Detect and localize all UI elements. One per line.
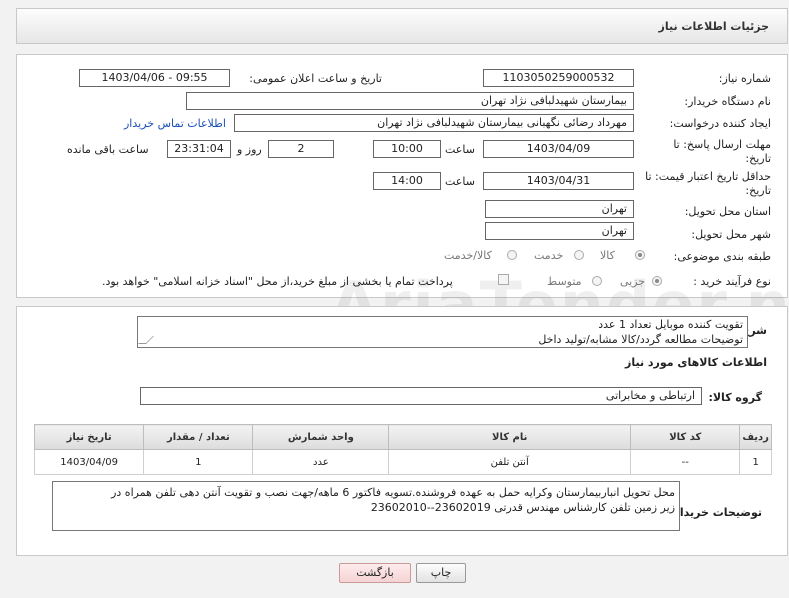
goods-info-title: اطلاعات کالاهای مورد نیاز (625, 356, 767, 369)
cell-row: 1 (739, 449, 772, 475)
print-button[interactable]: چاپ (416, 563, 466, 583)
cell-code: -- (630, 449, 741, 475)
validity-time-label: ساعت (445, 175, 475, 188)
col-code: کد کالا (630, 424, 741, 450)
goods-group-field[interactable]: ارتباطی و مخابراتی (140, 387, 702, 405)
treasury-payment-note: پرداخت تمام یا بخشی از مبلغ خرید،از محل … (102, 275, 453, 288)
process-radio-medium[interactable] (592, 276, 602, 286)
province-label: استان محل تحویل: (684, 205, 771, 218)
col-date: تاریخ نیاز (33, 424, 145, 450)
goods-table-header: ردیف کد کالا نام کالا واحد شمارش تعداد /… (33, 424, 772, 450)
announce-label: تاریخ و ساعت اعلان عمومی: (249, 72, 382, 85)
city-field[interactable]: تهران (485, 222, 634, 240)
buyer-notes-label: توضیحات خریدار: (669, 506, 762, 519)
table-row[interactable]: 1 -- آنتن تلفن عدد 1 1403/04/09 (33, 449, 772, 475)
announce-datetime-field[interactable]: 1403/04/06 - 09:55 (79, 69, 230, 87)
buyer-notes-line-1: محل تحویل انباربیمارستان وکرایه حمل به ع… (111, 486, 675, 499)
days-label: روز و (237, 143, 262, 156)
category-option-service: خدمت (534, 249, 564, 262)
cell-qty: 1 (143, 449, 254, 475)
buyer-notes-line-2: زیر زمین تلفن کارشناس مهندس قدرتی 236020… (370, 501, 675, 514)
category-radio-goods-service[interactable] (507, 250, 517, 260)
description-line-2: توضیحات مطالعه گردد/کالا مشابه/تولید داخ… (538, 333, 743, 346)
back-button[interactable]: بازگشت (339, 563, 411, 583)
category-option-goods-service: کالا/خدمت (444, 249, 492, 262)
need-number-label: شماره نیاز: (718, 72, 771, 85)
process-option-medium: متوسط (547, 275, 582, 288)
process-radio-partial[interactable] (652, 276, 662, 286)
validity-label-date: تاریخ: (745, 184, 771, 197)
process-option-partial: جزیی (620, 275, 646, 288)
deadline-label: مهلت ارسال پاسخ: تا (673, 138, 771, 151)
creator-field[interactable]: مهرداد رضائی نگهبانی بیمارستان شهیدلبافی… (234, 114, 634, 132)
page-title: جزئیات اطلاعات نیاز (658, 20, 770, 33)
city-label: شهر محل تحویل: (691, 228, 771, 241)
deadline-time-field[interactable]: 10:00 (373, 140, 441, 158)
col-name: نام کالا (388, 424, 632, 450)
creator-label: ایجاد کننده درخواست: (669, 117, 771, 130)
goods-group-label: گروه کالا: (708, 391, 762, 404)
page-header: جزئیات اطلاعات نیاز (16, 8, 788, 44)
validity-date-field[interactable]: 1403/04/31 (483, 172, 634, 190)
cell-unit: عدد (252, 449, 390, 475)
deadline-date-field[interactable]: 1403/04/09 (483, 140, 634, 158)
category-option-goods: کالا (600, 249, 615, 262)
buyer-notes-textarea[interactable]: محل تحویل انباربیمارستان وکرایه حمل به ع… (52, 481, 680, 531)
treasury-payment-checkbox[interactable] (498, 274, 509, 285)
buyer-contact-link[interactable]: اطلاعات تماس خریدار (124, 117, 226, 130)
validity-time-field[interactable]: 14:00 (373, 172, 441, 190)
time-remaining-label: ساعت باقی مانده (67, 143, 149, 156)
description-textarea[interactable]: تقویت کننده موبایل تعداد 1 عدد توضیحات م… (137, 316, 748, 348)
col-unit: واحد شمارش (252, 424, 390, 450)
deadline-label-date: تاریخ: (745, 152, 771, 165)
days-remaining-field[interactable]: 2 (268, 140, 334, 158)
deadline-time-label: ساعت (445, 143, 475, 156)
time-remaining-field[interactable]: 23:31:04 (167, 140, 231, 158)
validity-label: حداقل تاریخ اعتبار قیمت: تا (645, 170, 771, 183)
province-field[interactable]: تهران (485, 200, 634, 218)
category-radio-goods[interactable] (635, 250, 645, 260)
cell-name: آنتن تلفن (388, 449, 632, 475)
category-label: طبقه بندی موضوعی: (673, 250, 771, 263)
col-row: ردیف (739, 424, 772, 450)
buyer-org-label: نام دستگاه خریدار: (684, 95, 771, 108)
goods-table: ردیف کد کالا نام کالا واحد شمارش تعداد /… (33, 424, 772, 475)
process-label: نوع فرآیند خرید : (693, 275, 771, 288)
buyer-org-field[interactable]: بیمارستان شهیدلبافی نژاد تهران (186, 92, 634, 110)
col-qty: تعداد / مقدار (143, 424, 254, 450)
description-line-1: تقویت کننده موبایل تعداد 1 عدد (598, 318, 743, 331)
cell-date: 1403/04/09 (33, 449, 145, 475)
category-radio-service[interactable] (574, 250, 584, 260)
need-number-field[interactable]: 1103050259000532 (483, 69, 634, 87)
